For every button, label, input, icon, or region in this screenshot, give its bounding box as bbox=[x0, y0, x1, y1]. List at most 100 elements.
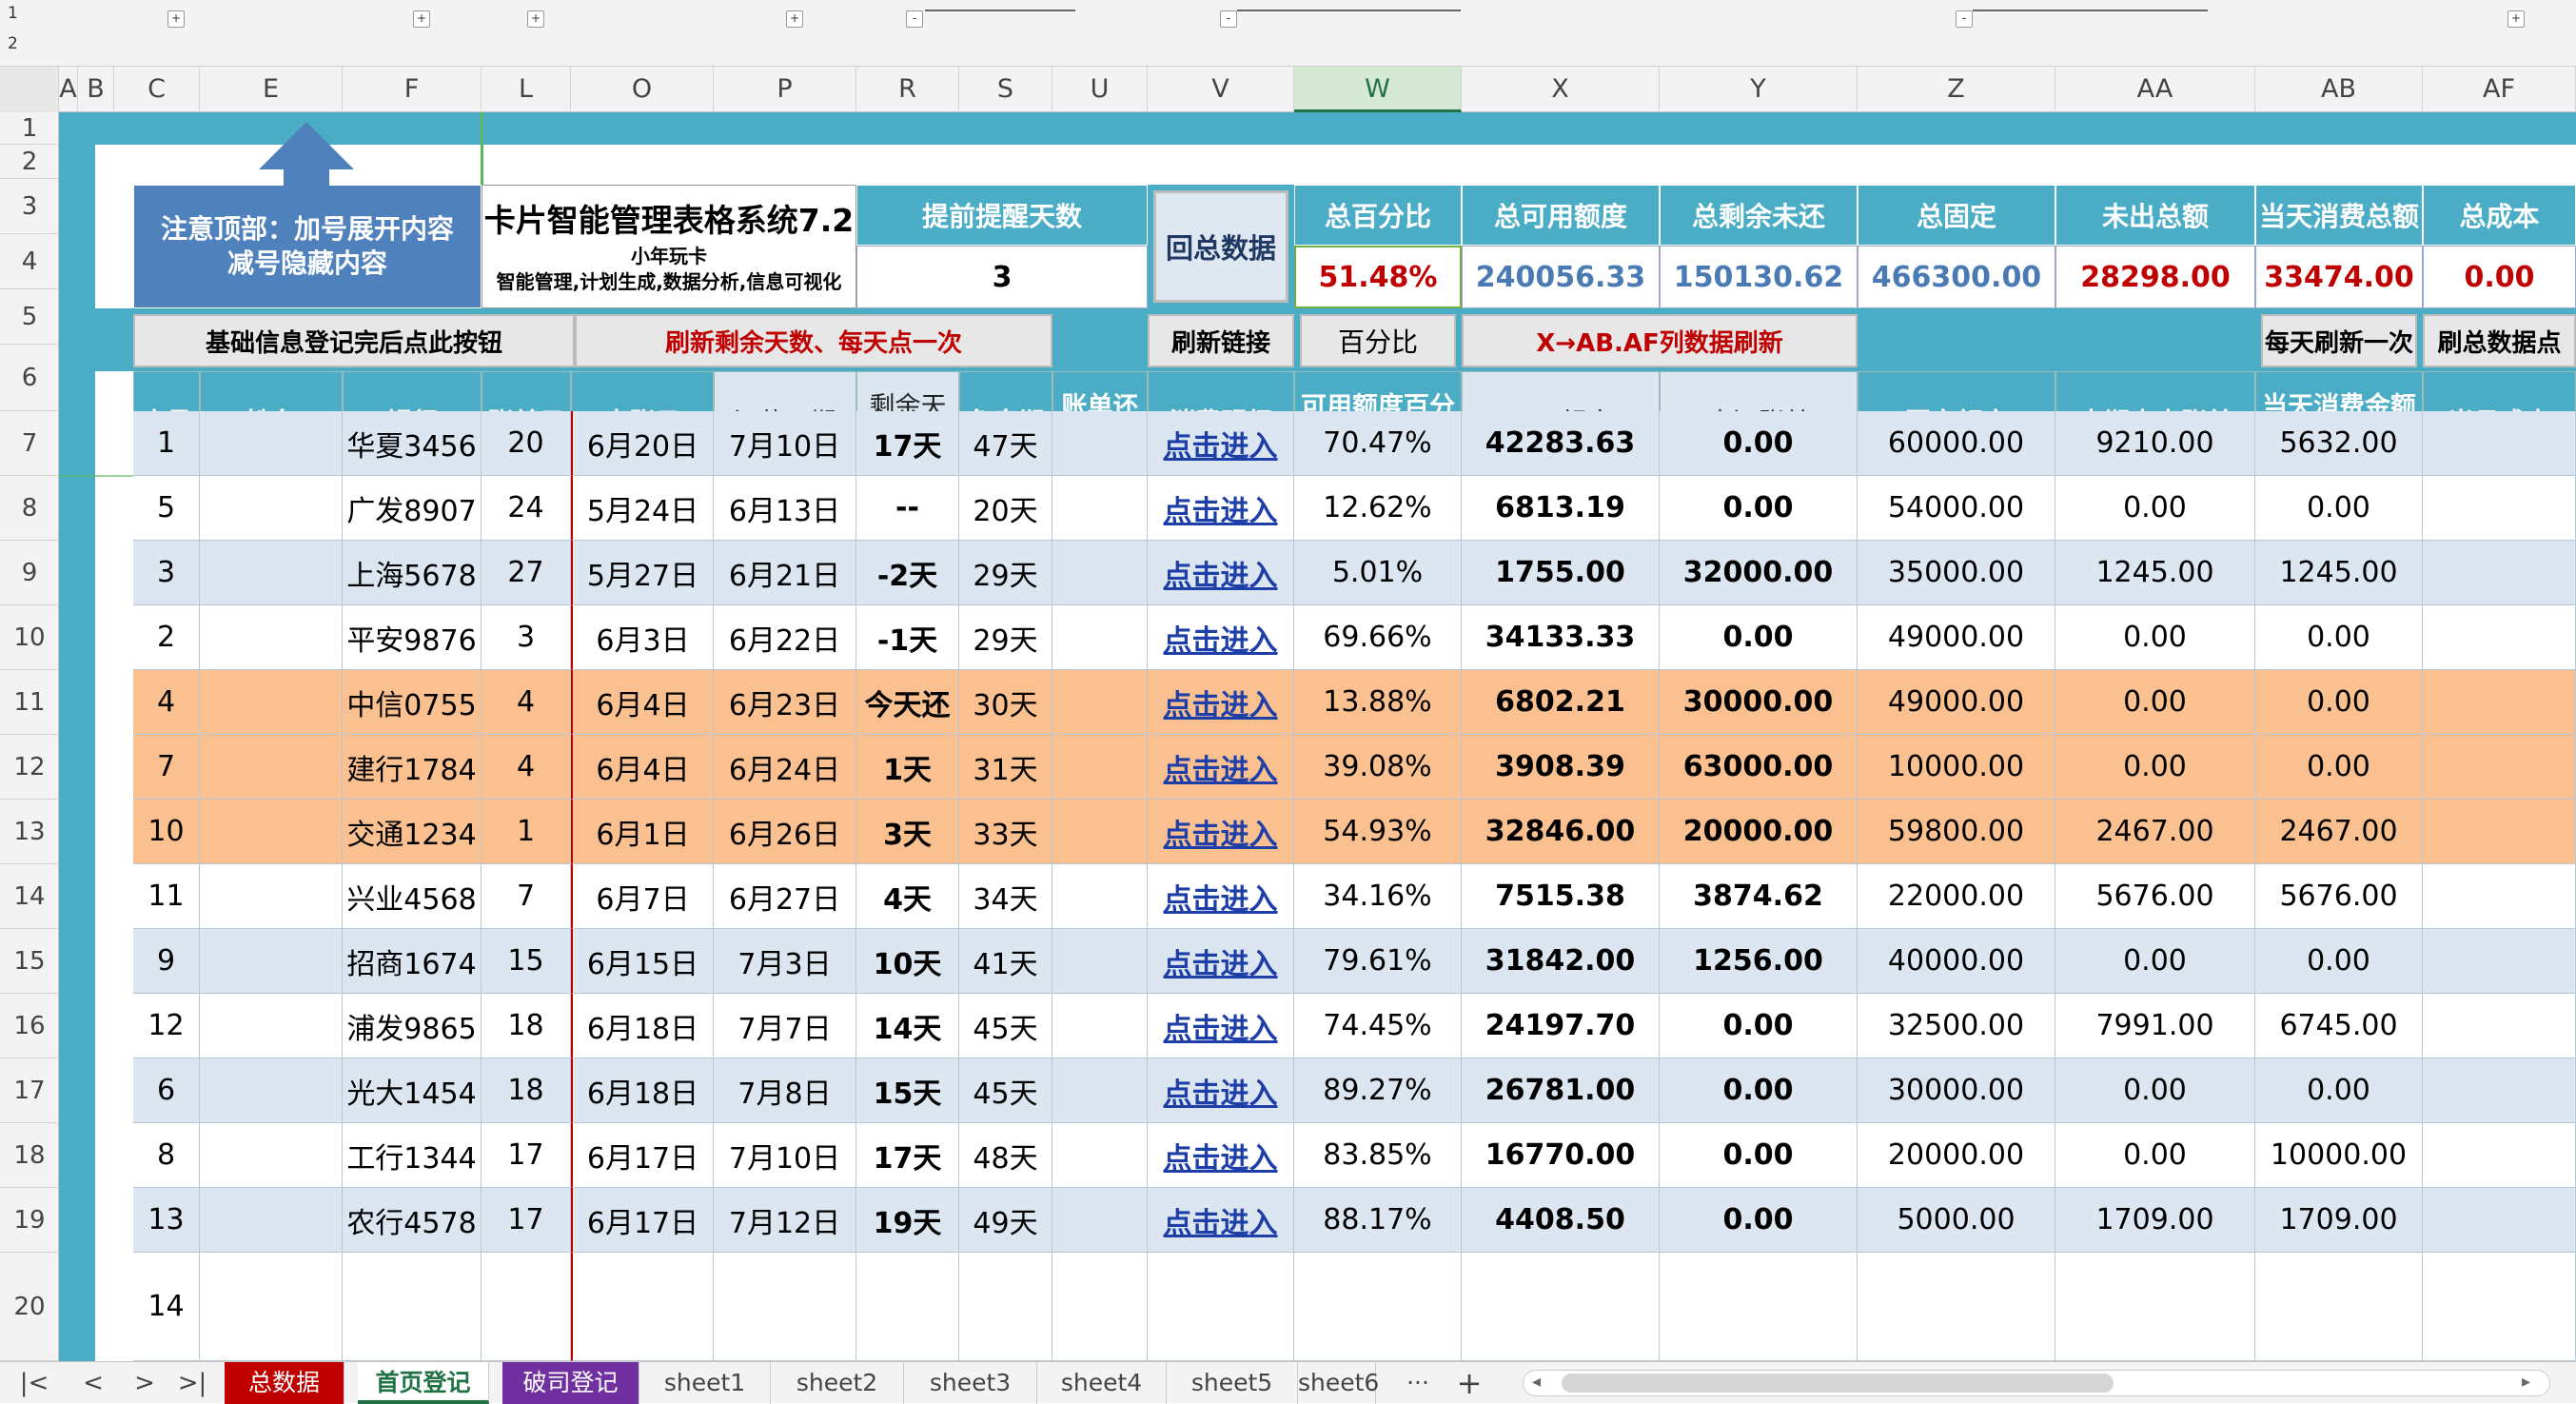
column-header-o[interactable]: O bbox=[571, 67, 714, 112]
scrollbar-thumb[interactable] bbox=[1562, 1374, 2114, 1393]
row-header-8[interactable]: 8 bbox=[0, 476, 59, 541]
click-enter-link[interactable]: 点击进入 bbox=[1164, 1135, 1278, 1177]
detail-link[interactable]: 点击进入 bbox=[1148, 864, 1294, 929]
detail-link[interactable]: 点击进入 bbox=[1148, 541, 1294, 605]
outline-level-1-button[interactable]: 1 bbox=[8, 4, 18, 23]
outline-group-expand-button[interactable]: + bbox=[413, 10, 430, 28]
basic-info-button[interactable]: 基础信息登记完后点此按钮 bbox=[133, 314, 575, 367]
column-header-f[interactable]: F bbox=[343, 67, 482, 112]
row-header-6[interactable]: 6 bbox=[0, 345, 59, 411]
summary-data-button[interactable]: 回总数据 bbox=[1153, 190, 1288, 303]
detail-link[interactable]: 点击进入 bbox=[1148, 994, 1294, 1058]
column-header-a[interactable]: A bbox=[59, 67, 78, 112]
click-enter-link[interactable]: 点击进入 bbox=[1164, 423, 1278, 465]
click-enter-link[interactable]: 点击进入 bbox=[1164, 940, 1278, 982]
column-header-l[interactable]: L bbox=[482, 67, 571, 112]
detail-link[interactable]: 点击进入 bbox=[1148, 605, 1294, 670]
outline-group-expand-button[interactable]: + bbox=[527, 10, 544, 28]
outline-group-expand-button[interactable]: + bbox=[167, 10, 185, 28]
click-enter-link[interactable]: 点击进入 bbox=[1164, 1199, 1278, 1241]
add-sheet-button[interactable]: + bbox=[1448, 1362, 1490, 1404]
row-header-4[interactable]: 4 bbox=[0, 234, 59, 289]
row-header-7[interactable]: 7 bbox=[0, 411, 59, 476]
remind-days-value[interactable]: 3 bbox=[856, 246, 1148, 308]
row-header-11[interactable]: 11 bbox=[0, 670, 59, 735]
row-header-20[interactable]: 20 bbox=[0, 1253, 59, 1361]
column-header-p[interactable]: P bbox=[714, 67, 856, 112]
click-enter-link[interactable]: 点击进入 bbox=[1164, 1005, 1278, 1047]
column-header-af[interactable]: AF bbox=[2423, 67, 2576, 112]
click-enter-link[interactable]: 点击进入 bbox=[1164, 487, 1278, 529]
tab-next-button[interactable]: > bbox=[124, 1362, 166, 1404]
click-enter-link[interactable]: 点击进入 bbox=[1164, 811, 1278, 853]
sheet-tab-2[interactable]: 首页登记 bbox=[358, 1362, 489, 1404]
click-enter-link[interactable]: 点击进入 bbox=[1164, 1070, 1278, 1112]
column-header-c[interactable]: C bbox=[114, 67, 200, 112]
click-enter-link[interactable]: 点击进入 bbox=[1164, 876, 1278, 918]
detail-link[interactable]: 点击进入 bbox=[1148, 1188, 1294, 1253]
outline-group-expand-button[interactable]: + bbox=[786, 10, 803, 28]
detail-link[interactable]: 点击进入 bbox=[1148, 1123, 1294, 1188]
sheet-tab-6[interactable]: sheet3 bbox=[904, 1362, 1037, 1404]
outline-group-collapse-button[interactable]: - bbox=[1220, 10, 1237, 28]
tab-prev-button[interactable]: < bbox=[72, 1362, 114, 1404]
tab-last-button[interactable]: >| bbox=[171, 1362, 213, 1404]
click-enter-link[interactable]: 点击进入 bbox=[1164, 552, 1278, 594]
daily-refresh-button[interactable]: 每天刷新一次 bbox=[2261, 314, 2417, 367]
detail-link[interactable]: 点击进入 bbox=[1148, 1058, 1294, 1123]
click-enter-link[interactable]: 点击进入 bbox=[1164, 617, 1278, 659]
column-header-e[interactable]: E bbox=[200, 67, 343, 112]
column-header-x[interactable]: X bbox=[1462, 67, 1660, 112]
refresh-x-columns-button[interactable]: X→AB.AF列数据刷新 bbox=[1462, 314, 1858, 367]
row-header-2[interactable]: 2 bbox=[0, 145, 59, 179]
detail-link[interactable]: 点击进入 bbox=[1148, 800, 1294, 864]
sheet-tab-5[interactable]: sheet2 bbox=[771, 1362, 904, 1404]
sheet-tab-3[interactable]: 破司登记 bbox=[502, 1362, 639, 1404]
column-header-z[interactable]: Z bbox=[1858, 67, 2055, 112]
row-header-16[interactable]: 16 bbox=[0, 994, 59, 1058]
outline-group-expand-button[interactable]: + bbox=[2507, 10, 2525, 28]
column-header-ab[interactable]: AB bbox=[2255, 67, 2423, 112]
row-header-17[interactable]: 17 bbox=[0, 1058, 59, 1123]
column-header-v[interactable]: V bbox=[1148, 67, 1294, 112]
row-header-5[interactable]: 5 bbox=[0, 289, 59, 345]
sheet-tab-8[interactable]: sheet5 bbox=[1167, 1362, 1298, 1404]
row-header-9[interactable]: 9 bbox=[0, 541, 59, 605]
column-header-r[interactable]: R bbox=[856, 67, 959, 112]
click-enter-link[interactable]: 点击进入 bbox=[1164, 746, 1278, 788]
click-enter-link[interactable]: 点击进入 bbox=[1164, 682, 1278, 723]
scroll-left-icon[interactable]: ◂ bbox=[1532, 1372, 1541, 1392]
row-header-10[interactable]: 10 bbox=[0, 605, 59, 670]
column-header-aa[interactable]: AA bbox=[2055, 67, 2255, 112]
outline-group-collapse-button[interactable]: - bbox=[906, 10, 923, 28]
percent-button[interactable]: 百分比 bbox=[1300, 314, 1456, 367]
outline-level-2-button[interactable]: 2 bbox=[8, 34, 18, 53]
row-header-13[interactable]: 13 bbox=[0, 800, 59, 864]
refresh-days-button[interactable]: 刷新剩余天数、每天点一次 bbox=[575, 314, 1052, 367]
row-header-19[interactable]: 19 bbox=[0, 1188, 59, 1253]
sheet-tab-9[interactable]: sheet6 bbox=[1298, 1362, 1379, 1404]
column-header-s[interactable]: S bbox=[959, 67, 1052, 112]
detail-link[interactable]: 点击进入 bbox=[1148, 929, 1294, 994]
column-header-w[interactable]: W bbox=[1294, 67, 1462, 112]
row-header-15[interactable]: 15 bbox=[0, 929, 59, 994]
tab-first-button[interactable]: |< bbox=[13, 1362, 55, 1404]
row-header-3[interactable]: 3 bbox=[0, 179, 59, 234]
sheet-tab-4[interactable]: sheet1 bbox=[639, 1362, 771, 1404]
refresh-link-button[interactable]: 刷新链接 bbox=[1148, 314, 1294, 367]
select-all-corner[interactable] bbox=[0, 67, 59, 112]
outline-group-collapse-button[interactable]: - bbox=[1956, 10, 1973, 28]
detail-link[interactable]: 点击进入 bbox=[1148, 735, 1294, 800]
row-header-14[interactable]: 14 bbox=[0, 864, 59, 929]
sheet-tab-1[interactable]: 总数据 bbox=[225, 1362, 344, 1404]
column-header-u[interactable]: U bbox=[1052, 67, 1148, 112]
column-header-y[interactable]: Y bbox=[1660, 67, 1858, 112]
tab-more-button[interactable]: ··· bbox=[1397, 1362, 1439, 1404]
row-header-12[interactable]: 12 bbox=[0, 735, 59, 800]
row-header-18[interactable]: 18 bbox=[0, 1123, 59, 1188]
column-header-b[interactable]: B bbox=[78, 67, 114, 112]
row-header-1[interactable]: 1 bbox=[0, 112, 59, 145]
detail-link[interactable]: 点击进入 bbox=[1148, 411, 1294, 476]
detail-link[interactable]: 点击进入 bbox=[1148, 670, 1294, 735]
sheet-tab-7[interactable]: sheet4 bbox=[1037, 1362, 1167, 1404]
